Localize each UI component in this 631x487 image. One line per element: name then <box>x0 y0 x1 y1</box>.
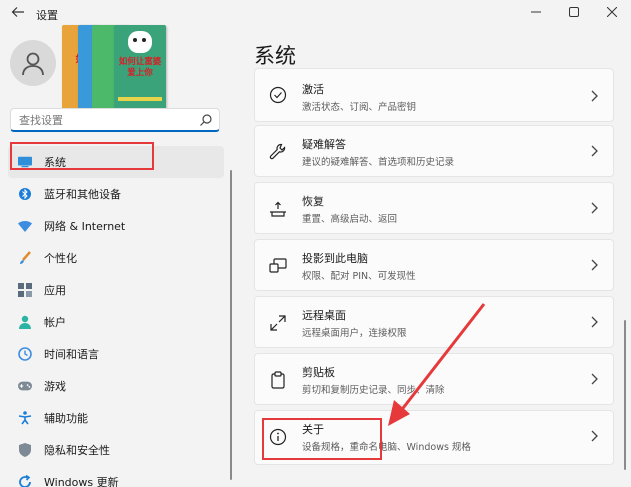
sidebar-item-gaming[interactable]: 游戏 <box>8 370 224 402</box>
accessibility-icon <box>18 411 32 425</box>
sidebar-item-windows-update[interactable]: Windows 更新 <box>8 466 224 487</box>
sidebar-item-label: 网络 & Internet <box>44 220 126 233</box>
sidebar-nav: 系统 蓝牙和其他设备 网络 & Internet 个性化 应用 帐户 时间和语言… <box>8 146 224 487</box>
card-title: 激活 <box>302 83 324 96</box>
page-title: 系统 <box>254 44 296 68</box>
book-face-illustration <box>128 31 152 53</box>
project-icon <box>269 258 287 273</box>
apps-icon <box>18 283 32 297</box>
sidebar-item-bluetooth[interactable]: 蓝牙和其他设备 <box>8 178 224 210</box>
chevron-right-icon <box>591 373 598 385</box>
sidebar-item-apps[interactable]: 应用 <box>8 274 224 306</box>
card-recovery[interactable]: 恢复 重置、高级启动、返回 <box>254 182 614 234</box>
chevron-right-icon <box>591 259 598 271</box>
sidebar-item-label: 应用 <box>44 284 66 297</box>
brush-icon <box>18 251 32 265</box>
sidebar-item-network[interactable]: 网络 & Internet <box>8 210 224 242</box>
sidebar-item-accessibility[interactable]: 辅助功能 <box>8 402 224 434</box>
card-subtitle: 重置、高级启动、返回 <box>302 214 398 225</box>
search-input[interactable] <box>19 112 199 128</box>
sidebar-item-accounts[interactable]: 帐户 <box>8 306 224 338</box>
card-troubleshoot[interactable]: 疑难解答 建议的疑难解答、首选项和历史记录 <box>254 125 614 177</box>
card-title: 投影到此电脑 <box>302 252 368 265</box>
book-title: 如何让富婆爱上你 <box>118 57 162 78</box>
person-icon <box>18 315 32 329</box>
wrench-icon <box>269 143 286 160</box>
highlight-box-about <box>262 418 382 460</box>
bluetooth-icon <box>18 187 32 201</box>
sidebar-item-label: 辅助功能 <box>44 412 88 425</box>
card-subtitle: 权限、配对 PIN、可发现性 <box>302 271 416 282</box>
annotation-arrow <box>388 303 486 426</box>
sidebar-item-label: 游戏 <box>44 380 66 393</box>
sidebar-item-label: 蓝牙和其他设备 <box>44 188 121 201</box>
sidebar-scrollbar[interactable] <box>230 170 232 480</box>
card-title: 剪贴板 <box>302 366 335 379</box>
recovery-icon <box>270 201 286 217</box>
clipboard-icon <box>271 371 285 389</box>
chevron-right-icon <box>591 316 598 328</box>
person-icon <box>22 52 44 76</box>
close-icon[interactable] <box>593 0 631 24</box>
gamepad-icon <box>18 379 32 393</box>
app-title: 设置 <box>36 9 58 22</box>
title-bar: 设置 <box>0 0 631 28</box>
sidebar-item-label: 隐私和安全性 <box>44 444 110 457</box>
minimize-icon[interactable] <box>517 0 555 24</box>
wifi-icon <box>18 219 32 233</box>
sidebar-item-label: 个性化 <box>44 252 77 265</box>
card-title: 恢复 <box>302 195 324 208</box>
highlight-box-system <box>10 142 154 170</box>
chevron-right-icon <box>591 202 598 214</box>
main-scrollbar[interactable] <box>624 320 626 470</box>
card-subtitle: 激活状态、订阅、产品密钥 <box>302 102 417 113</box>
globe-clock-icon <box>18 347 32 361</box>
avatar[interactable] <box>10 40 56 86</box>
window-controls <box>517 0 631 24</box>
back-arrow-icon[interactable] <box>10 5 26 21</box>
update-icon <box>18 475 32 487</box>
sidebar-item-label: Windows 更新 <box>44 476 119 487</box>
card-activation[interactable]: 激活 激活状态、订阅、产品密钥 <box>254 68 614 122</box>
sidebar-item-label: 时间和语言 <box>44 348 99 361</box>
remote-desktop-icon <box>270 315 286 331</box>
search-box[interactable] <box>10 108 220 132</box>
chevron-right-icon <box>591 430 598 442</box>
sidebar-item-label: 帐户 <box>44 316 66 329</box>
promo-book-image: 如 富 如何让富婆爱上你 <box>62 25 170 111</box>
shield-icon <box>18 443 32 457</box>
chevron-right-icon <box>591 145 598 157</box>
sidebar-item-privacy[interactable]: 隐私和安全性 <box>8 434 224 466</box>
card-title: 远程桌面 <box>302 309 346 322</box>
card-subtitle: 建议的疑难解答、首选项和历史记录 <box>302 157 455 168</box>
search-icon[interactable] <box>199 113 213 127</box>
chevron-right-icon <box>591 90 598 102</box>
card-title: 疑难解答 <box>302 138 346 151</box>
maximize-icon[interactable] <box>555 0 593 24</box>
sidebar-item-time-language[interactable]: 时间和语言 <box>8 338 224 370</box>
check-circle-icon <box>269 86 287 104</box>
card-project-to-pc[interactable]: 投影到此电脑 权限、配对 PIN、可发现性 <box>254 239 614 291</box>
book-cover-front: 如何让富婆爱上你 <box>114 25 166 109</box>
sidebar-item-personalization[interactable]: 个性化 <box>8 242 224 274</box>
